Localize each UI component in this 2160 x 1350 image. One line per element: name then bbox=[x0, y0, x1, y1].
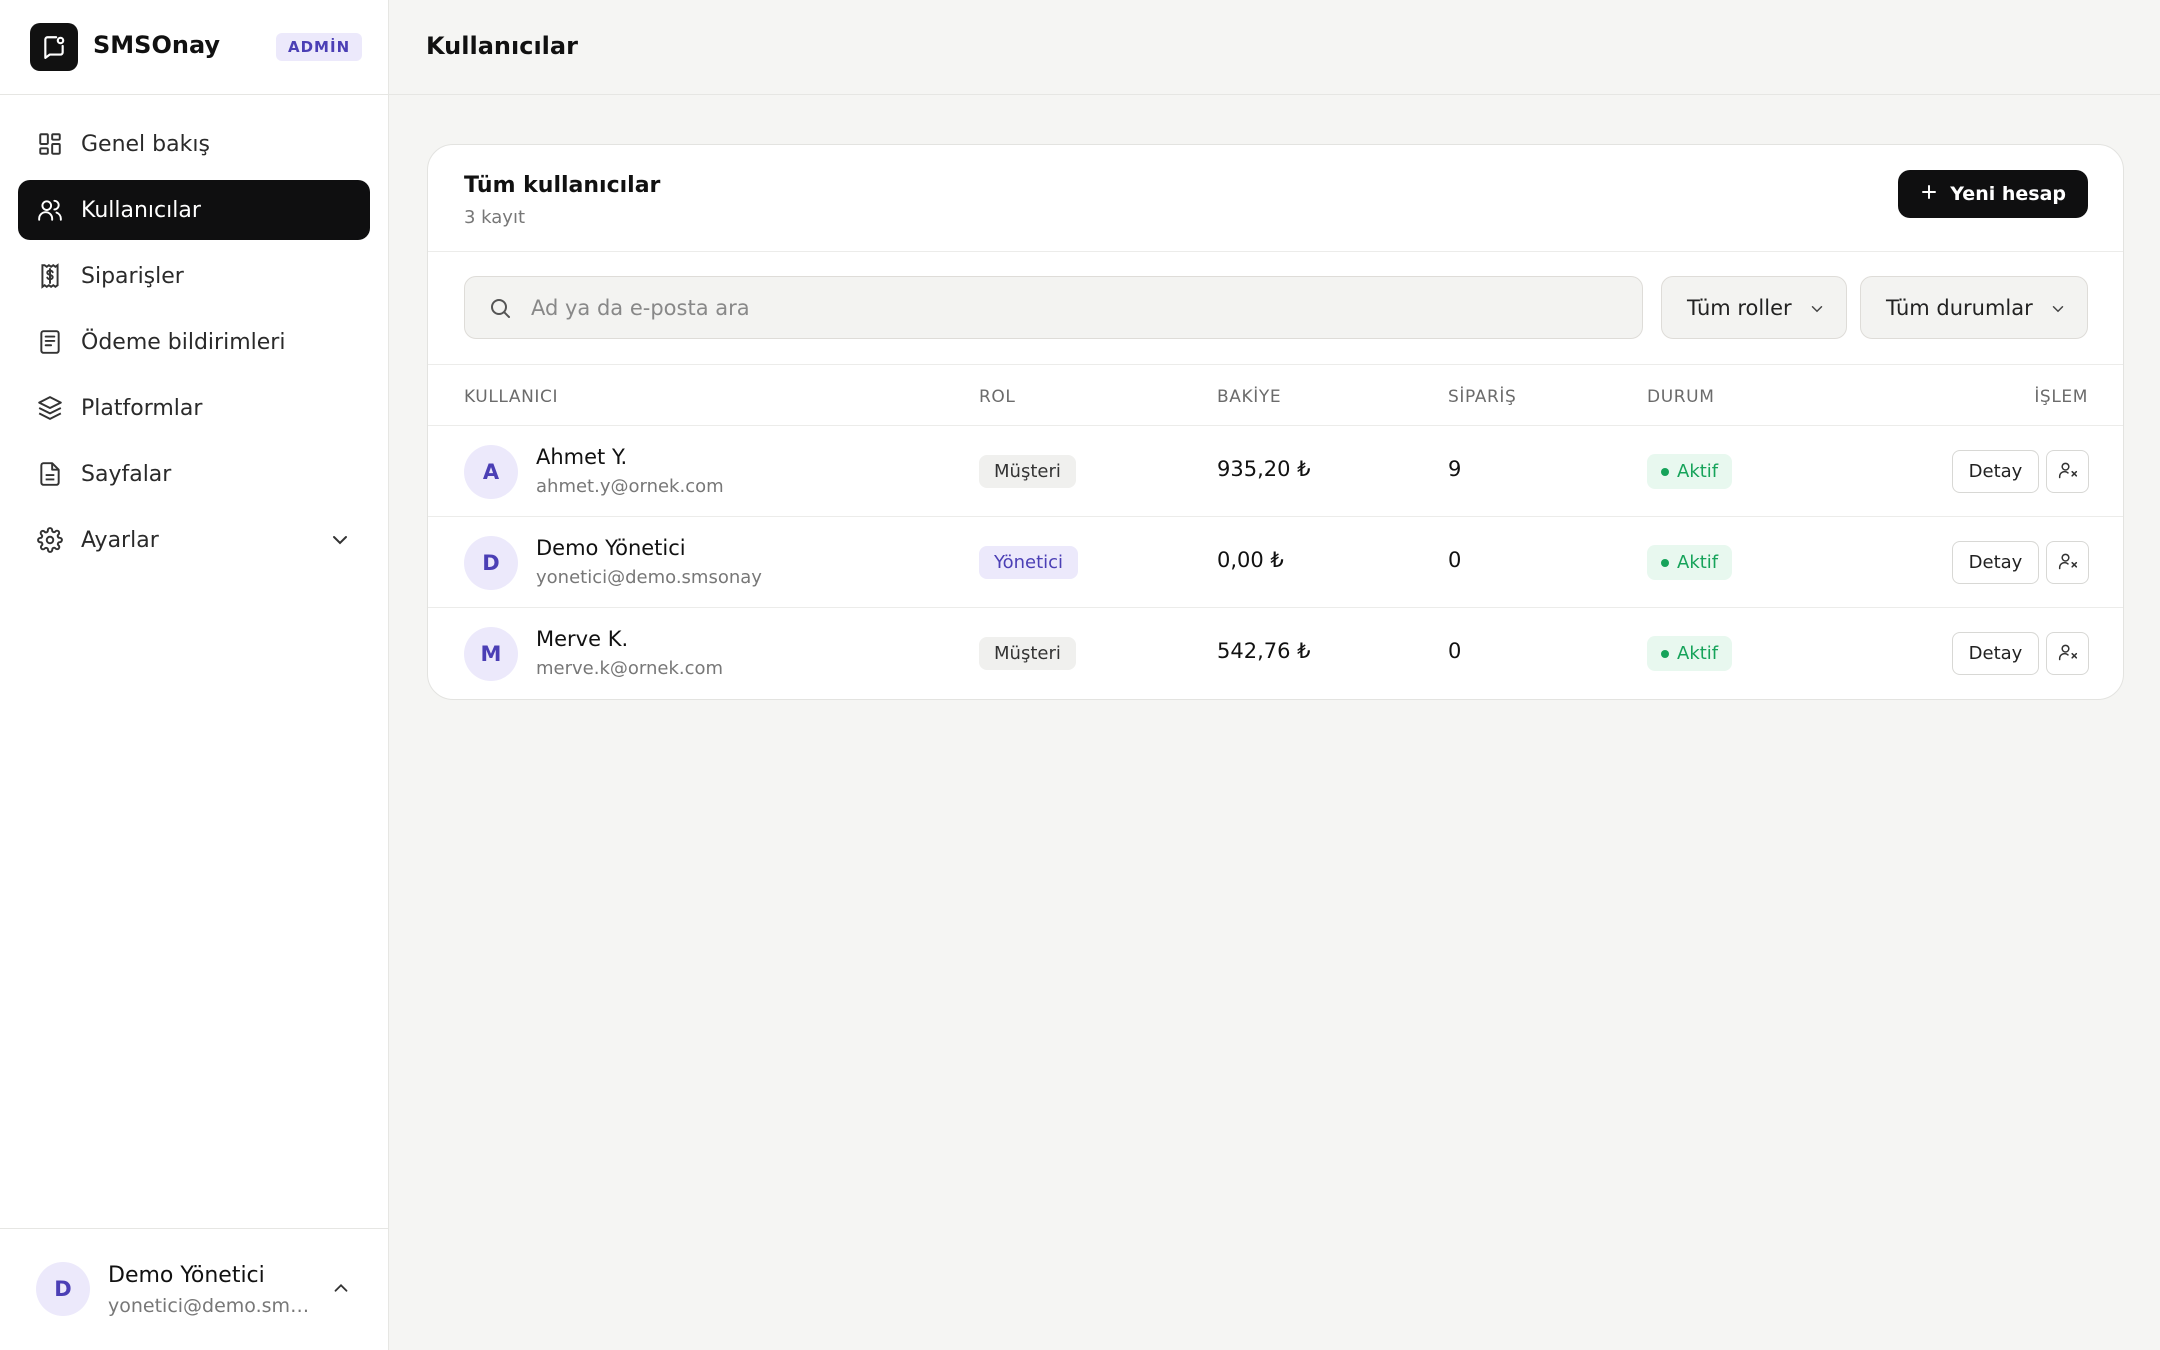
card-title: Tüm kullanıcılar bbox=[464, 173, 661, 198]
sidebar-item-label: Genel bakış bbox=[81, 131, 210, 157]
status-badge: Aktif bbox=[1647, 636, 1733, 671]
sidebar-item-overview[interactable]: Genel bakış bbox=[18, 114, 370, 174]
new-account-label: Yeni hesap bbox=[1950, 183, 2066, 205]
sidebar-item-pages[interactable]: Sayfalar bbox=[18, 444, 370, 504]
user-x-icon bbox=[2058, 642, 2078, 666]
receipt-icon bbox=[36, 262, 64, 290]
balance-value: 0,00 ₺ bbox=[1217, 548, 1284, 572]
status-label: Aktif bbox=[1677, 461, 1719, 482]
role-badge: Yönetici bbox=[979, 546, 1079, 579]
grid-icon bbox=[36, 130, 64, 158]
order-count: 9 bbox=[1448, 457, 1462, 481]
detail-button[interactable]: Detay bbox=[1952, 632, 2039, 675]
status-filter-select[interactable]: Tüm durumlar bbox=[1860, 276, 2088, 339]
avatar: D bbox=[464, 536, 518, 590]
balance-value: 542,76 ₺ bbox=[1217, 639, 1311, 663]
current-user-email: yonetici@demo.sms... bbox=[108, 1295, 313, 1317]
detail-button[interactable]: Detay bbox=[1952, 450, 2039, 493]
role-badge: Müşteri bbox=[979, 637, 1076, 670]
admin-badge: ADMİN bbox=[276, 33, 363, 61]
sidebar-nav: Genel bakış Kullanıcılar Siparişler Ödem… bbox=[18, 114, 370, 576]
search-icon bbox=[488, 296, 512, 324]
filter-bar: Tüm roller Tüm durumlar bbox=[428, 252, 2123, 365]
layers-icon bbox=[36, 394, 64, 422]
file-icon bbox=[36, 460, 64, 488]
order-count: 0 bbox=[1448, 639, 1462, 663]
status-badge: Aktif bbox=[1647, 454, 1733, 489]
sidebar-item-orders[interactable]: Siparişler bbox=[18, 246, 370, 306]
status-label: Aktif bbox=[1677, 643, 1719, 664]
status-dot bbox=[1661, 468, 1669, 476]
sidebar-item-label: Sayfalar bbox=[81, 461, 172, 487]
brand-header: SMSOnay ADMİN bbox=[0, 0, 388, 95]
deactivate-user-button[interactable] bbox=[2046, 632, 2089, 675]
chevron-down-icon bbox=[2049, 299, 2067, 323]
column-header-orders: SİPARİŞ bbox=[1448, 387, 1517, 407]
column-header-action: İŞLEM bbox=[2034, 387, 2088, 407]
user-name: Demo Yönetici bbox=[536, 536, 686, 560]
new-account-button[interactable]: Yeni hesap bbox=[1898, 170, 2088, 218]
document-list-icon bbox=[36, 328, 64, 356]
user-email: ahmet.y@ornek.com bbox=[536, 476, 724, 497]
chevron-down-icon bbox=[328, 528, 352, 558]
users-card: Tüm kullanıcılar 3 kayıt Yeni hesap Tüm … bbox=[427, 144, 2124, 700]
status-filter-value: Tüm durumlar bbox=[1886, 295, 2033, 320]
user-name: Ahmet Y. bbox=[536, 445, 628, 469]
card-header: Tüm kullanıcılar 3 kayıt Yeni hesap bbox=[428, 145, 2123, 252]
status-badge: Aktif bbox=[1647, 545, 1733, 580]
user-name: Merve K. bbox=[536, 627, 629, 651]
column-header-status: DURUM bbox=[1647, 387, 1715, 407]
detail-button[interactable]: Detay bbox=[1952, 541, 2039, 584]
record-count: 3 kayıt bbox=[464, 207, 526, 228]
column-header-balance: BAKİYE bbox=[1217, 387, 1282, 407]
user-x-icon bbox=[2058, 460, 2078, 484]
sidebar-item-label: Ayarlar bbox=[81, 527, 159, 553]
chevron-up-icon bbox=[330, 1277, 352, 1303]
sidebar-item-settings[interactable]: Ayarlar bbox=[18, 510, 370, 570]
user-email: yonetici@demo.smsonay bbox=[536, 567, 762, 588]
avatar: D bbox=[36, 1262, 90, 1316]
chevron-down-icon bbox=[1808, 299, 1826, 323]
user-email: merve.k@ornek.com bbox=[536, 658, 724, 679]
table-row: A Ahmet Y. ahmet.y@ornek.com Müşteri 935… bbox=[428, 426, 2123, 517]
role-filter-value: Tüm roller bbox=[1687, 295, 1792, 320]
column-header-role: ROL bbox=[979, 387, 1016, 407]
message-logo-icon bbox=[30, 23, 78, 71]
column-header-user: KULLANICI bbox=[464, 387, 559, 407]
search-box bbox=[464, 276, 1643, 339]
table-row: D Demo Yönetici yonetici@demo.smsonay Yö… bbox=[428, 517, 2123, 608]
table-row: M Merve K. merve.k@ornek.com Müşteri 542… bbox=[428, 608, 2123, 699]
user-x-icon bbox=[2058, 551, 2078, 575]
role-badge: Müşteri bbox=[979, 455, 1076, 488]
balance-value: 935,20 ₺ bbox=[1217, 457, 1311, 481]
deactivate-user-button[interactable] bbox=[2046, 541, 2089, 584]
current-user-menu[interactable]: D Demo Yönetici yonetici@demo.sms... bbox=[0, 1228, 388, 1350]
sidebar-item-label: Ödeme bildirimleri bbox=[81, 329, 286, 355]
sidebar-item-label: Kullanıcılar bbox=[81, 197, 201, 223]
deactivate-user-button[interactable] bbox=[2046, 450, 2089, 493]
avatar: M bbox=[464, 627, 518, 681]
current-user-name: Demo Yönetici bbox=[108, 1263, 265, 1288]
page-title: Kullanıcılar bbox=[426, 32, 578, 60]
sidebar-item-label: Siparişler bbox=[81, 263, 184, 289]
sidebar-item-payment-notices[interactable]: Ödeme bildirimleri bbox=[18, 312, 370, 372]
table-header: KULLANICI ROL BAKİYE SİPARİŞ DURUM İŞLEM bbox=[428, 365, 2123, 426]
topbar: Kullanıcılar bbox=[389, 0, 2160, 95]
sidebar-item-users[interactable]: Kullanıcılar bbox=[18, 180, 370, 240]
plus-icon bbox=[1920, 183, 1938, 206]
users-icon bbox=[36, 196, 64, 224]
gear-icon bbox=[36, 526, 64, 554]
role-filter-select[interactable]: Tüm roller bbox=[1661, 276, 1847, 339]
brand-name: SMSOnay bbox=[93, 31, 221, 59]
status-label: Aktif bbox=[1677, 552, 1719, 573]
status-dot bbox=[1661, 559, 1669, 567]
sidebar-item-platforms[interactable]: Platformlar bbox=[18, 378, 370, 438]
status-dot bbox=[1661, 650, 1669, 658]
order-count: 0 bbox=[1448, 548, 1462, 572]
sidebar: SMSOnay ADMİN Genel bakış Kullanıcılar S… bbox=[0, 0, 389, 1350]
avatar: A bbox=[464, 445, 518, 499]
search-input[interactable] bbox=[531, 277, 1631, 338]
sidebar-item-label: Platformlar bbox=[81, 395, 203, 421]
